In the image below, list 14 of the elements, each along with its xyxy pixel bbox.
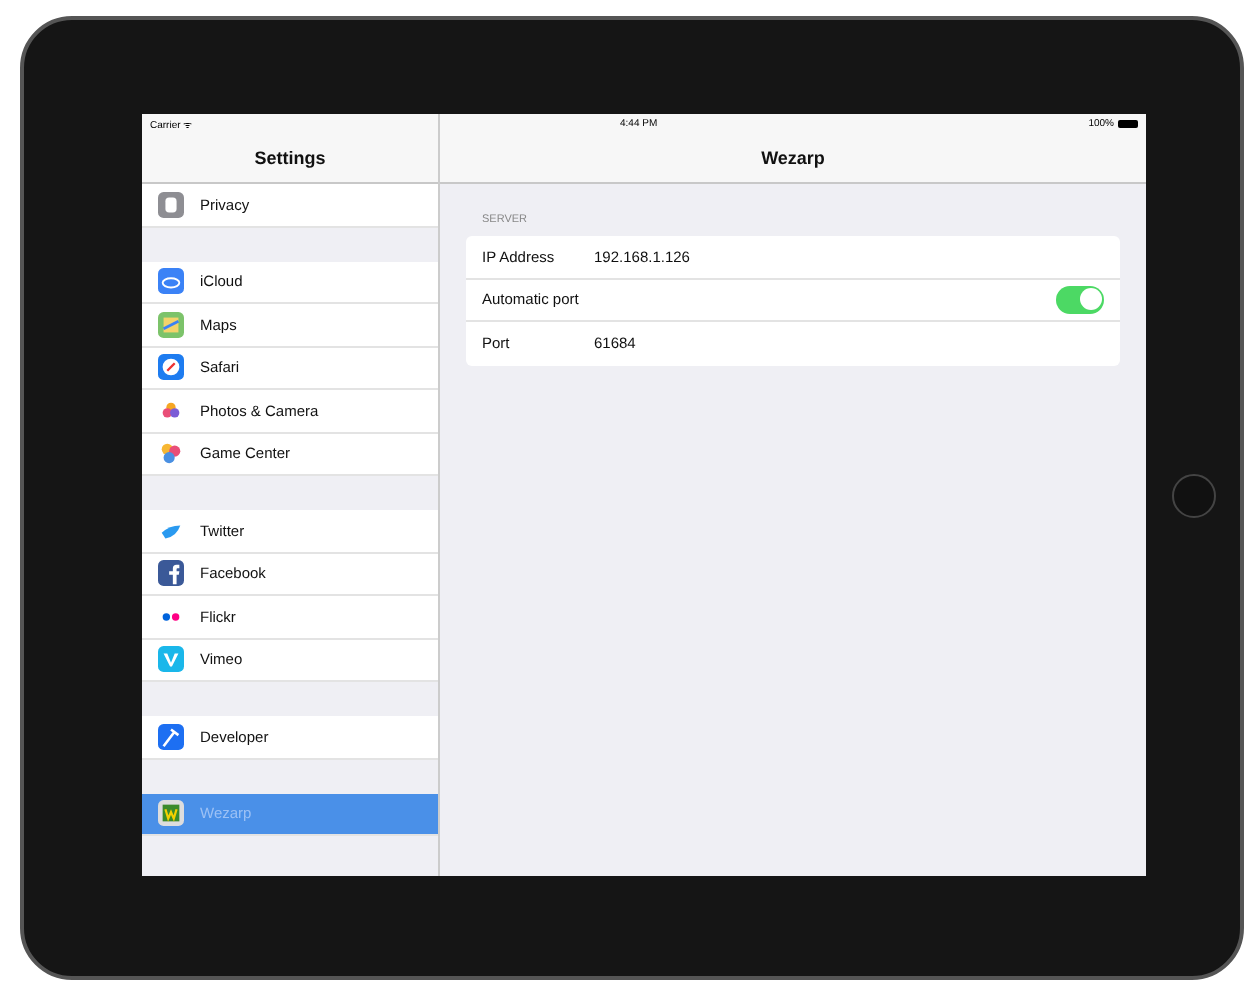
- battery-icon: [1118, 120, 1138, 128]
- v-letter-icon: [158, 646, 184, 673]
- compass-icon: [158, 354, 184, 381]
- sidebar-title: Settings: [142, 134, 438, 184]
- hand-icon: [158, 191, 184, 218]
- map-icon: [158, 311, 184, 338]
- toggle-switch[interactable]: [1056, 285, 1104, 314]
- cloud-icon: [158, 268, 184, 295]
- home-button[interactable]: [1171, 473, 1215, 517]
- w-logo-icon: [158, 800, 184, 827]
- hammer-icon: [158, 723, 184, 750]
- f-letter-icon: [158, 560, 184, 587]
- bubbles-icon: [158, 440, 184, 467]
- page-title: Wezarp: [440, 134, 1146, 184]
